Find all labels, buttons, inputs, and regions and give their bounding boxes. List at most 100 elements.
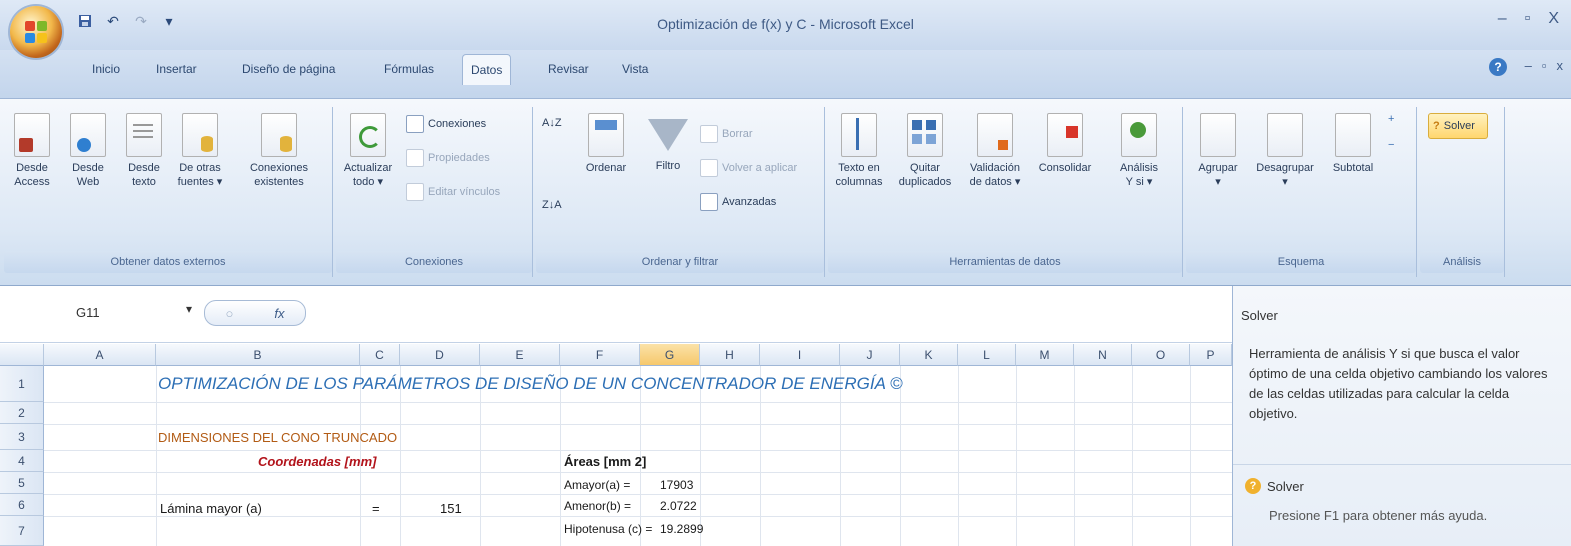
row-header[interactable]: 2 xyxy=(0,402,44,424)
sort-az-button[interactable]: A↓Z xyxy=(542,117,562,129)
column-header[interactable]: F xyxy=(560,344,640,366)
sort-za-button[interactable]: Z↓A xyxy=(542,199,562,211)
hide-detail-icon[interactable]: − xyxy=(1388,139,1394,151)
text-to-columns-button[interactable]: Texto en columnas xyxy=(828,111,890,189)
redo-icon[interactable]: ↷ xyxy=(132,12,150,30)
workbook-restore-button[interactable]: ▫ xyxy=(1542,58,1547,73)
column-header[interactable]: O xyxy=(1132,344,1190,366)
column-header[interactable]: J xyxy=(840,344,900,366)
column-header[interactable]: E xyxy=(480,344,560,366)
solver-button[interactable]: ? Solver xyxy=(1428,113,1488,139)
column-header[interactable]: A xyxy=(44,344,156,366)
tab-revisar[interactable]: Revisar xyxy=(540,54,597,84)
formula-mode-icon[interactable]: ○ xyxy=(226,306,234,321)
from-access-button[interactable]: Desde Access xyxy=(4,111,60,189)
filter-icon xyxy=(648,119,688,151)
sort-button[interactable]: Ordenar xyxy=(576,111,636,175)
consolidate-icon xyxy=(1047,113,1083,157)
column-header[interactable]: C xyxy=(360,344,400,366)
column-header[interactable]: H xyxy=(700,344,760,366)
sheet-title-cell[interactable]: OPTIMIZACIÓN DE LOS PARÁMETROS DE DISEÑO… xyxy=(158,374,903,394)
save-icon[interactable] xyxy=(76,12,94,30)
column-header[interactable]: I xyxy=(760,344,840,366)
close-button[interactable]: X xyxy=(1548,10,1559,28)
ungroup-button[interactable]: Desagrupar ▾ xyxy=(1250,111,1320,189)
refresh-all-button[interactable]: Actualizar todo ▾ xyxy=(338,111,398,189)
edit-links-button[interactable]: Editar vínculos xyxy=(406,183,500,201)
show-detail-icon[interactable]: + xyxy=(1388,113,1394,125)
quick-access-toolbar: ↶ ↷ ▾ xyxy=(76,12,178,30)
what-if-analysis-button[interactable]: Análisis Y si ▾ xyxy=(1108,111,1170,189)
cell-c6-symbol[interactable]: = xyxy=(372,501,380,516)
data-validation-button[interactable]: Validación de datos ▾ xyxy=(962,111,1028,189)
subtotal-button[interactable]: Subtotal xyxy=(1324,111,1382,175)
row-header[interactable]: 1 xyxy=(0,366,44,402)
row-header[interactable]: 7 xyxy=(0,516,44,546)
insert-function-button[interactable]: fx xyxy=(274,306,284,321)
areas-header-cell[interactable]: Áreas [mm 2] xyxy=(564,454,646,469)
row-header[interactable]: 3 xyxy=(0,424,44,450)
solver-icon: ? xyxy=(1433,120,1440,132)
window-controls: – ▫ X xyxy=(1498,10,1559,28)
cell-g6-value[interactable]: 2.0722 xyxy=(660,499,697,513)
name-box-dropdown-icon[interactable]: ▾ xyxy=(186,302,192,316)
properties-button[interactable]: Propiedades xyxy=(406,149,490,167)
existing-connections-button[interactable]: Conexiones existentes xyxy=(244,111,314,189)
consolidate-button[interactable]: Consolidar xyxy=(1032,111,1098,175)
column-header[interactable]: P xyxy=(1190,344,1232,366)
tab-datos[interactable]: Datos xyxy=(462,54,512,85)
group-caption-sort: Ordenar y filtrar xyxy=(536,251,824,273)
from-web-button[interactable]: Desde Web xyxy=(60,111,116,189)
column-header[interactable]: N xyxy=(1074,344,1132,366)
group-icon xyxy=(1200,113,1236,157)
tab-formulas[interactable]: Fórmulas xyxy=(376,54,442,84)
cell-g5-value[interactable]: 17903 xyxy=(660,478,693,492)
validation-icon xyxy=(977,113,1013,157)
row-header[interactable]: 5 xyxy=(0,472,44,494)
tab-inicio[interactable]: Inicio xyxy=(84,54,128,84)
workbook-controls: – ▫ x xyxy=(1525,58,1563,73)
connections-button[interactable]: Conexiones xyxy=(406,115,486,133)
column-header[interactable]: M xyxy=(1016,344,1074,366)
undo-icon[interactable]: ↶ xyxy=(104,12,122,30)
cell-g7-value[interactable]: 19.2899 xyxy=(660,522,703,536)
maximize-button[interactable]: ▫ xyxy=(1525,10,1531,28)
column-header[interactable]: L xyxy=(958,344,1016,366)
cell-f7-label[interactable]: Hipotenusa (c) = xyxy=(564,522,652,536)
from-text-button[interactable]: Desde texto xyxy=(116,111,172,189)
coordinates-header-cell[interactable]: Coordenadas [mm] xyxy=(258,454,376,469)
row-header[interactable]: 4 xyxy=(0,450,44,472)
help-icon[interactable]: ? xyxy=(1489,58,1507,76)
name-box[interactable]: G11 xyxy=(26,300,186,326)
minimize-button[interactable]: – xyxy=(1498,10,1507,28)
tab-diseno-pagina[interactable]: Diseño de página xyxy=(234,54,343,84)
remove-duplicates-button[interactable]: Quitar duplicados xyxy=(894,111,956,189)
advanced-filter-button[interactable]: Avanzadas xyxy=(700,193,776,211)
office-button[interactable] xyxy=(10,6,62,58)
row-header[interactable]: 6 xyxy=(0,494,44,516)
cell-d6-value[interactable]: 151 xyxy=(440,501,462,516)
from-other-sources-button[interactable]: De otras fuentes ▾ xyxy=(172,111,228,189)
worksheet-grid[interactable]: A B C D E F G H I J K L M N O P 1 2 3 4 … xyxy=(0,344,1232,546)
filter-button[interactable]: Filtro xyxy=(640,111,696,173)
cell-b6-label[interactable]: Lámina mayor (a) xyxy=(160,501,262,516)
group-outline: Agrupar ▾ Desagrupar ▾ Subtotal + − Esqu… xyxy=(1186,107,1417,277)
tab-vista[interactable]: Vista xyxy=(614,54,656,84)
column-header[interactable]: B xyxy=(156,344,360,366)
select-all-corner[interactable] xyxy=(0,344,44,366)
group-data-tools: Texto en columnas Quitar duplicados Vali… xyxy=(828,107,1183,277)
reapply-button[interactable]: Volver a aplicar xyxy=(700,159,797,177)
tab-insertar[interactable]: Insertar xyxy=(148,54,205,84)
column-header[interactable]: K xyxy=(900,344,958,366)
column-header[interactable]: D xyxy=(400,344,480,366)
cell-f6-label[interactable]: Amenor(b) = xyxy=(564,499,631,513)
cell-f5-label[interactable]: Amayor(a) = xyxy=(564,478,630,492)
workbook-minimize-button[interactable]: – xyxy=(1525,58,1532,73)
section-header-cell[interactable]: DIMENSIONES DEL CONO TRUNCADO xyxy=(158,430,397,445)
workbook-close-button[interactable]: x xyxy=(1557,58,1564,73)
customize-icon[interactable]: ▾ xyxy=(160,12,178,30)
clear-filter-button[interactable]: Borrar xyxy=(700,125,753,143)
tooltip-help-link[interactable]: ? Solver xyxy=(1245,478,1304,494)
column-header-selected[interactable]: G xyxy=(640,344,700,366)
group-button[interactable]: Agrupar ▾ xyxy=(1188,111,1248,189)
